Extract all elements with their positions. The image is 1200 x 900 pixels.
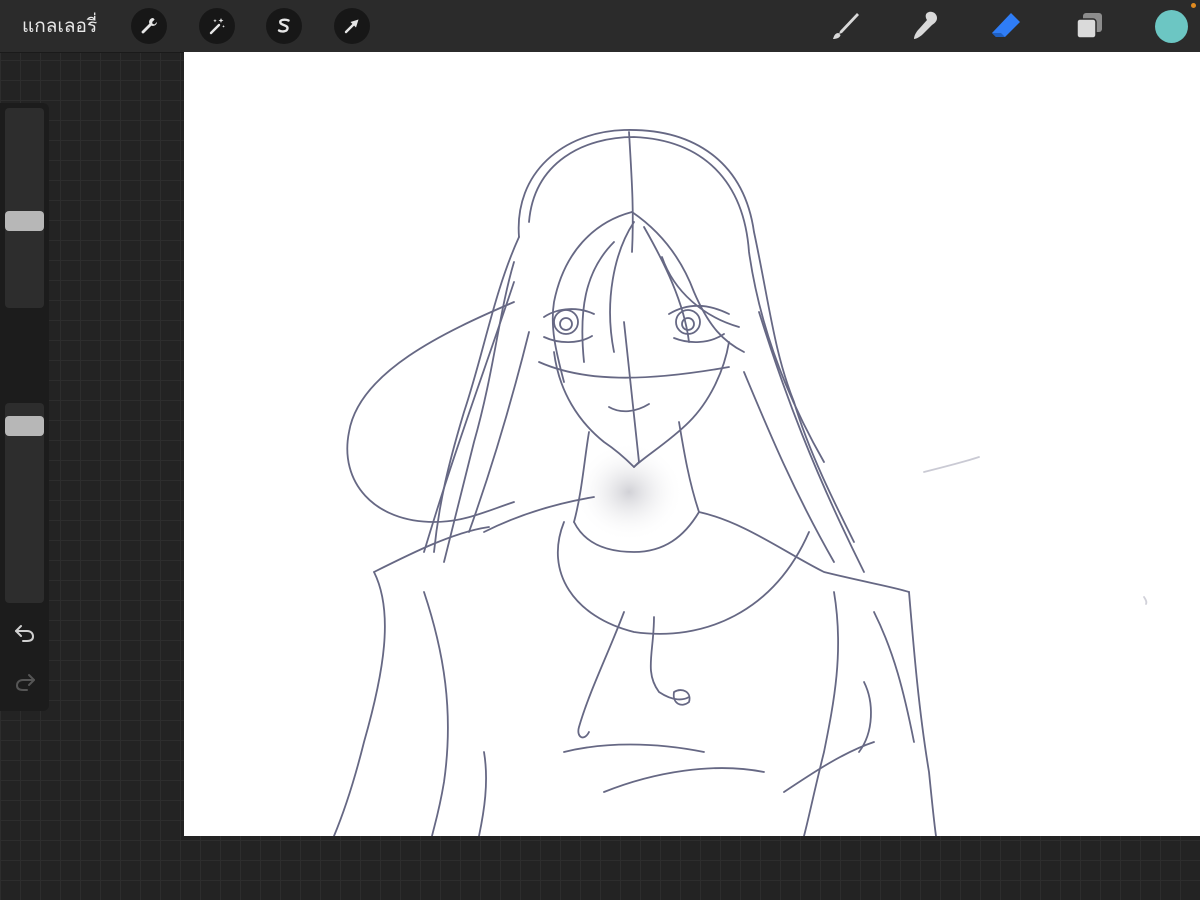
wrench-icon (141, 18, 157, 34)
sketch-drawing (333, 129, 1148, 836)
arrow-cursor-icon (344, 19, 359, 34)
smudge-finger-icon (914, 11, 937, 39)
brush-tool-button[interactable] (826, 8, 862, 44)
redo-button[interactable] (12, 670, 38, 694)
opacity-slider-thumb[interactable] (5, 415, 44, 436)
neck-shading (574, 442, 684, 542)
magic-wand-icon (209, 18, 225, 35)
actions-button[interactable] (131, 8, 167, 44)
eraser-tool-button[interactable] (988, 8, 1024, 44)
brush-size-slider-thumb[interactable] (5, 210, 44, 231)
transform-button[interactable] (334, 8, 370, 44)
layers-icon (1076, 13, 1102, 39)
layers-button[interactable] (1071, 8, 1107, 44)
adjustments-button[interactable] (199, 8, 235, 44)
undo-button[interactable] (12, 621, 38, 645)
smudge-tool-button[interactable] (907, 8, 943, 44)
brush-icon (833, 13, 859, 39)
drawing-canvas[interactable] (184, 52, 1200, 836)
brush-size-slider[interactable] (5, 108, 44, 308)
selection-s-icon (277, 18, 290, 33)
left-sidebar (0, 103, 49, 711)
eraser-icon (992, 13, 1020, 37)
top-toolbar: แกลเลอรี่ (0, 0, 1200, 53)
color-picker-button[interactable] (1155, 10, 1188, 43)
redo-icon (15, 674, 35, 691)
notification-dot (1191, 3, 1196, 8)
undo-icon (15, 625, 35, 642)
selection-button[interactable] (266, 8, 302, 44)
gallery-button[interactable]: แกลเลอรี่ (22, 10, 97, 42)
